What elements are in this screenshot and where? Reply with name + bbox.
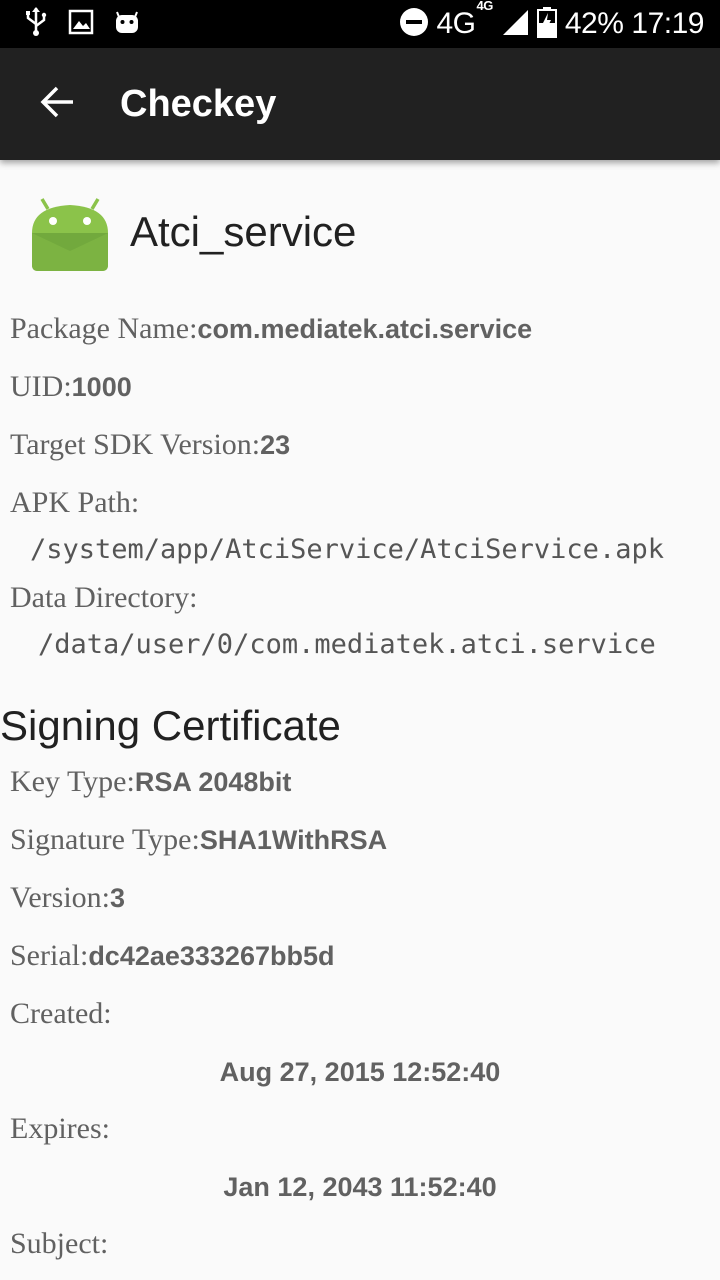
- created-label: Created:: [10, 997, 112, 1030]
- subject-label: Subject:: [10, 1227, 109, 1260]
- battery-icon: [536, 6, 557, 43]
- app-bar: Checkey: [0, 48, 720, 160]
- expires-label: Expires:: [10, 1112, 110, 1145]
- battery-percent: 42%: [564, 7, 624, 40]
- target-sdk-label: Target SDK Version:: [10, 428, 261, 461]
- serial-row: Serial:dc42ae333267bb5d: [10, 939, 334, 973]
- notification-icons: [24, 6, 140, 43]
- signal-icon: [501, 8, 529, 41]
- signature-type-value: SHA1WithRSA: [199, 825, 388, 855]
- key-type-value: RSA 2048bit: [134, 767, 292, 797]
- uid-label: UID:: [10, 370, 72, 403]
- app-name: Atci_service: [130, 208, 357, 255]
- status-bar: 4G4G 42% 17:19: [0, 0, 720, 48]
- back-button[interactable]: [28, 74, 88, 134]
- package-name-label: Package Name:: [10, 312, 198, 345]
- serial-label: Serial:: [10, 939, 89, 972]
- uid-row: UID:1000: [10, 370, 132, 404]
- target-sdk-row: Target SDK Version:23: [10, 428, 290, 462]
- android-app-icon: [28, 189, 112, 278]
- apk-path-label: APK Path:: [10, 486, 140, 519]
- package-name-value: com.mediatek.atci.service: [197, 314, 533, 344]
- version-label: Version:: [10, 881, 110, 914]
- key-type-row: Key Type:RSA 2048bit: [10, 765, 291, 799]
- package-name-row: Package Name:com.mediatek.atci.service: [10, 312, 532, 346]
- app-header: [28, 188, 112, 278]
- clock: 17:19: [631, 7, 704, 40]
- data-directory-label: Data Directory:: [10, 581, 198, 614]
- apk-path-value: /system/app/AtciService/AtciService.apk: [30, 534, 664, 565]
- app-bar-title: Checkey: [120, 83, 277, 125]
- arrow-back-icon: [40, 84, 76, 125]
- target-sdk-value: 23: [260, 430, 291, 460]
- version-value: 3: [110, 883, 126, 913]
- signature-type-row: Signature Type:SHA1WithRSA: [10, 823, 387, 857]
- do-not-disturb-icon: [399, 7, 429, 42]
- signing-certificate-heading: Signing Certificate: [0, 702, 341, 749]
- key-type-label: Key Type:: [10, 765, 135, 798]
- version-row: Version:3: [10, 881, 125, 915]
- data-directory-value: /data/user/0/com.mediatek.atci.service: [38, 629, 656, 660]
- usb-icon: [24, 6, 48, 43]
- network-type: 4G4G: [436, 0, 494, 40]
- serial-value: dc42ae333267bb5d: [88, 941, 335, 971]
- created-value: Aug 27, 2015 12:52:40: [219, 1057, 501, 1087]
- image-icon: [68, 9, 94, 40]
- system-indicators: 4G4G 42% 17:19: [399, 0, 704, 43]
- expires-value: Jan 12, 2043 11:52:40: [223, 1172, 497, 1202]
- signature-type-label: Signature Type:: [10, 823, 200, 856]
- android-icon: [114, 9, 140, 40]
- uid-value: 1000: [71, 372, 132, 402]
